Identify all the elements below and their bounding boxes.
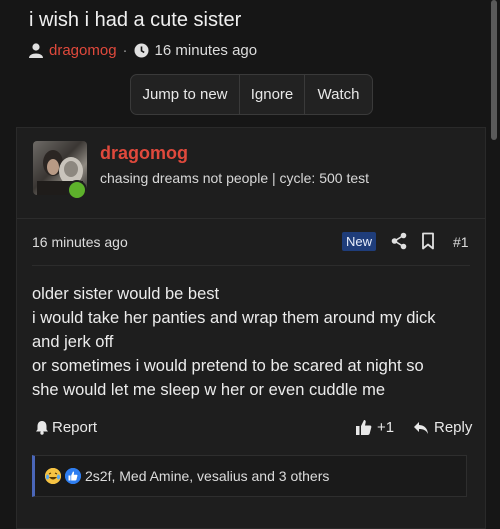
post-time[interactable]: 16 minutes ago	[32, 234, 128, 250]
post-username[interactable]: dragomog	[100, 143, 188, 164]
report-label: Report	[52, 419, 98, 436]
post-body-line: older sister would be best	[32, 285, 220, 303]
thread-actions: Jump to new Ignore Watch	[130, 74, 373, 115]
thumbs-up-icon	[355, 419, 372, 436]
online-status-indicator	[67, 180, 87, 200]
divider	[17, 218, 485, 219]
post-body-line: i would take her panties and wrap them a…	[32, 309, 436, 327]
post-body-line: and jerk off	[32, 333, 114, 351]
watch-button[interactable]: Watch	[305, 75, 372, 114]
meta-separator: ·	[122, 42, 128, 59]
user-title: chasing dreams not people | cycle: 500 t…	[100, 170, 370, 186]
thread-author-link[interactable]: dragomog	[49, 42, 117, 59]
post-number-link[interactable]: #1	[453, 234, 469, 250]
bell-icon	[35, 420, 49, 435]
thread-meta: dragomog · 16 minutes ago	[29, 42, 257, 59]
post-body-line: she would let me sleep w her or even cud…	[32, 381, 386, 399]
thread-title: i wish i had a cute sister	[29, 9, 242, 31]
user-icon	[29, 43, 43, 58]
scrollbar[interactable]	[491, 0, 497, 522]
reactions-text: 2s2f, Med Amine, vesalius and 3 others	[85, 468, 330, 484]
jump-to-new-button[interactable]: Jump to new	[131, 75, 240, 114]
report-button[interactable]: Report	[35, 419, 97, 436]
share-icon[interactable]	[391, 232, 407, 255]
post-body: older sister would be best i would take …	[32, 282, 472, 402]
post: dragomog chasing dreams not people | cyc…	[16, 127, 486, 529]
like-count: +1	[377, 419, 395, 436]
reply-label: Reply	[434, 419, 473, 436]
ignore-button[interactable]: Ignore	[240, 75, 305, 114]
new-badge: New	[342, 232, 377, 251]
clock-icon	[134, 43, 149, 58]
thread-time[interactable]: 16 minutes ago	[155, 42, 258, 59]
reply-button[interactable]: Reply	[413, 419, 472, 436]
bookmark-icon[interactable]	[421, 232, 435, 255]
reply-icon	[413, 421, 429, 435]
reactions-bar[interactable]: 2s2f, Med Amine, vesalius and 3 others	[32, 455, 467, 497]
scrollbar-thumb[interactable]	[491, 0, 497, 140]
crying-laughing-emoji-icon	[45, 468, 61, 484]
thumbs-up-emoji-icon	[65, 468, 81, 484]
like-button[interactable]: +1	[355, 419, 394, 436]
divider	[32, 265, 470, 266]
post-body-line: or sometimes i would pretend to be scare…	[32, 357, 424, 375]
